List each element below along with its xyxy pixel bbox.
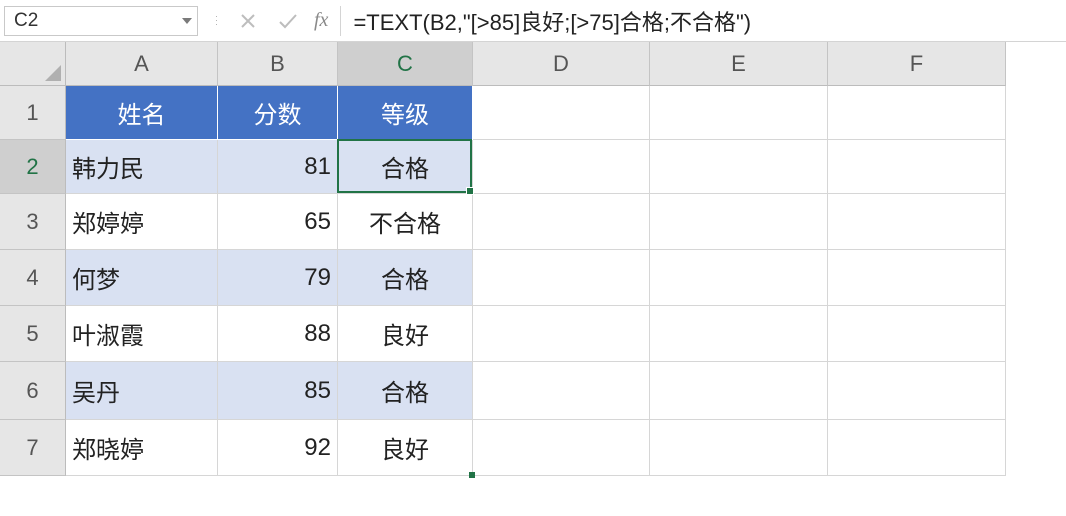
column-header-e[interactable]: E bbox=[650, 42, 828, 86]
enter-button[interactable] bbox=[268, 0, 308, 42]
header-score[interactable]: 分数 bbox=[218, 86, 338, 140]
cell-score[interactable]: 88 bbox=[218, 306, 338, 362]
cell-grade[interactable]: 合格 bbox=[338, 362, 473, 420]
cell-grade[interactable]: 合格 bbox=[338, 140, 473, 194]
cell-empty[interactable] bbox=[650, 306, 828, 362]
cell-empty[interactable] bbox=[828, 420, 1006, 476]
cell-empty[interactable] bbox=[828, 86, 1006, 140]
cell-empty[interactable] bbox=[473, 306, 650, 362]
cell-empty[interactable] bbox=[650, 86, 828, 140]
cell-empty[interactable] bbox=[650, 250, 828, 306]
range-handle[interactable] bbox=[469, 472, 475, 478]
header-grade[interactable]: 等级 bbox=[338, 86, 473, 140]
column-headers: ABCDEF bbox=[66, 42, 1006, 86]
name-box-value: C2 bbox=[14, 10, 38, 32]
cell-score[interactable]: 65 bbox=[218, 194, 338, 250]
cell-empty[interactable] bbox=[650, 362, 828, 420]
cell-empty[interactable] bbox=[828, 362, 1006, 420]
name-box-dropdown-icon[interactable] bbox=[182, 18, 192, 24]
cell-empty[interactable] bbox=[828, 306, 1006, 362]
cell-name[interactable]: 韩力民 bbox=[66, 140, 218, 194]
cell-grade[interactable]: 良好 bbox=[338, 420, 473, 476]
formula-bar-buttons: fx bbox=[228, 0, 340, 42]
formula-bar-expand-handle[interactable] bbox=[204, 0, 228, 42]
column-header-d[interactable]: D bbox=[473, 42, 650, 86]
cell-name[interactable]: 何梦 bbox=[66, 250, 218, 306]
row-header-4[interactable]: 4 bbox=[0, 250, 66, 306]
cell-grade[interactable]: 合格 bbox=[338, 250, 473, 306]
column-header-c[interactable]: C bbox=[338, 42, 473, 86]
name-box[interactable]: C2 bbox=[4, 6, 198, 36]
select-all-corner[interactable] bbox=[0, 42, 66, 86]
cell-empty[interactable] bbox=[473, 86, 650, 140]
column-header-f[interactable]: F bbox=[828, 42, 1006, 86]
cell-score[interactable]: 92 bbox=[218, 420, 338, 476]
formula-bar: C2 fx =TEXT(B2,"[>85]良好;[>75]合格;不合格") bbox=[0, 0, 1066, 42]
row-header-1[interactable]: 1 bbox=[0, 86, 66, 140]
cell-name[interactable]: 郑晓婷 bbox=[66, 420, 218, 476]
fx-icon[interactable]: fx bbox=[308, 9, 340, 32]
cell-empty[interactable] bbox=[828, 194, 1006, 250]
cell-score[interactable]: 79 bbox=[218, 250, 338, 306]
cell-name[interactable]: 叶淑霞 bbox=[66, 306, 218, 362]
cell-grade[interactable]: 不合格 bbox=[338, 194, 473, 250]
column-header-a[interactable]: A bbox=[66, 42, 218, 86]
x-icon bbox=[239, 12, 257, 30]
cell-empty[interactable] bbox=[473, 194, 650, 250]
cell-name[interactable]: 吴丹 bbox=[66, 362, 218, 420]
cell-empty[interactable] bbox=[650, 140, 828, 194]
row-header-2[interactable]: 2 bbox=[0, 140, 66, 194]
row-header-6[interactable]: 6 bbox=[0, 362, 66, 420]
header-name[interactable]: 姓名 bbox=[66, 86, 218, 140]
cell-grid[interactable]: 姓名 分数 等级 韩力民81合格郑婷婷65不合格何梦79合格叶淑霞88良好吴丹8… bbox=[66, 86, 1006, 476]
cell-empty[interactable] bbox=[473, 420, 650, 476]
cancel-button[interactable] bbox=[228, 0, 268, 42]
row-header-5[interactable]: 5 bbox=[0, 306, 66, 362]
row-header-7[interactable]: 7 bbox=[0, 420, 66, 476]
row-headers: 1234567 bbox=[0, 86, 66, 476]
cell-score[interactable]: 81 bbox=[218, 140, 338, 194]
cell-empty[interactable] bbox=[473, 362, 650, 420]
cell-empty[interactable] bbox=[473, 250, 650, 306]
cell-empty[interactable] bbox=[828, 140, 1006, 194]
formula-input[interactable]: =TEXT(B2,"[>85]良好;[>75]合格;不合格") bbox=[340, 6, 1060, 36]
cell-empty[interactable] bbox=[473, 140, 650, 194]
cell-grade[interactable]: 良好 bbox=[338, 306, 473, 362]
cell-score[interactable]: 85 bbox=[218, 362, 338, 420]
check-icon bbox=[277, 12, 299, 30]
cell-empty[interactable] bbox=[650, 194, 828, 250]
cell-name[interactable]: 郑婷婷 bbox=[66, 194, 218, 250]
formula-value: =TEXT(B2,"[>85]良好;[>75]合格;不合格") bbox=[353, 5, 751, 37]
row-header-3[interactable]: 3 bbox=[0, 194, 66, 250]
cell-empty[interactable] bbox=[650, 420, 828, 476]
cell-empty[interactable] bbox=[828, 250, 1006, 306]
column-header-b[interactable]: B bbox=[218, 42, 338, 86]
